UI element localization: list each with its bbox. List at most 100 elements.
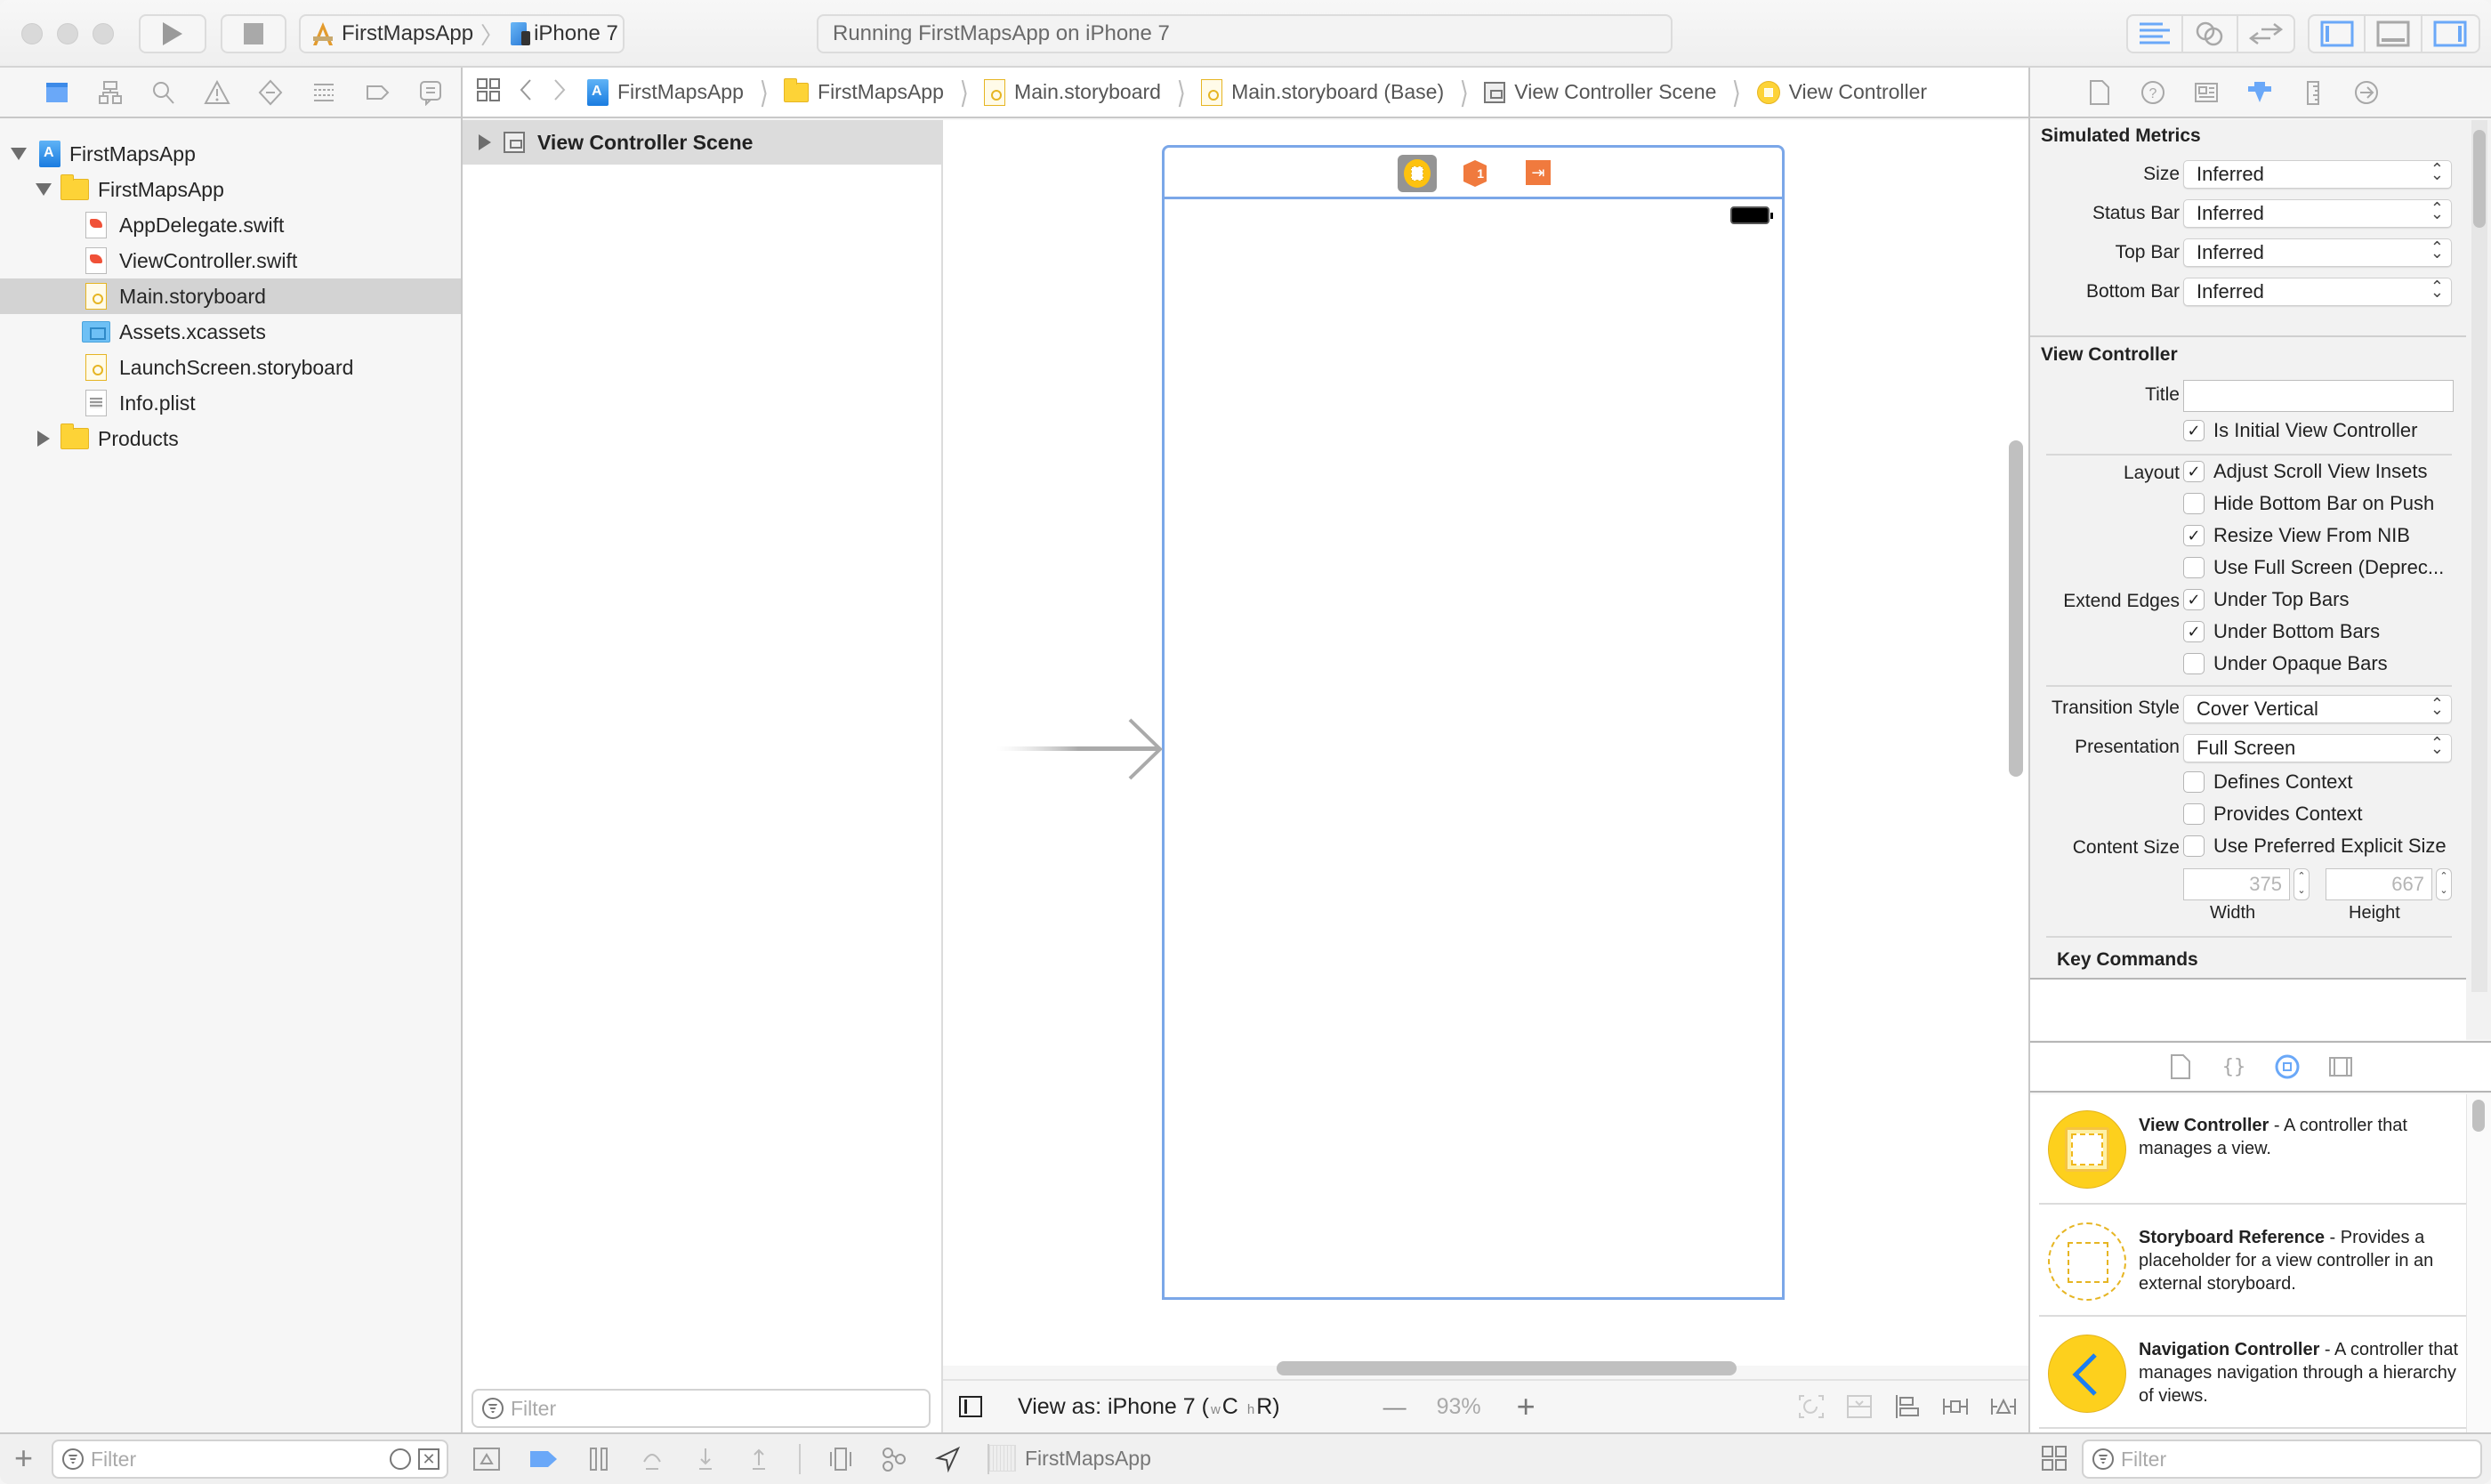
under-opaque-bars-checkbox[interactable]: Under Opaque Bars	[2183, 652, 2388, 675]
library-grid-view-button[interactable]	[2041, 1445, 2068, 1476]
tab-symbol-navigator[interactable]	[84, 75, 137, 110]
tab-find-navigator[interactable]	[137, 75, 190, 110]
memory-graph-icon[interactable]	[881, 1446, 907, 1472]
library-item-navigation-controller[interactable]: Navigation Controller - A controller tha…	[2039, 1319, 2466, 1429]
resize-view-from-nib-checkbox[interactable]: ✓ Resize View From NIB	[2183, 524, 2410, 547]
view-as-device-button[interactable]: View as: iPhone 7 ( w C h R)	[1018, 1394, 1280, 1420]
step-over-icon[interactable]	[639, 1446, 665, 1472]
toggle-utilities-button[interactable]	[2422, 16, 2479, 52]
library-item-view-controller[interactable]: View Controller - A controller that mana…	[2039, 1094, 2466, 1205]
forward-button[interactable]	[552, 77, 568, 109]
recent-files-clock-icon[interactable]	[390, 1448, 411, 1470]
tab-breakpoint-navigator[interactable]	[351, 75, 404, 110]
hide-debug-area-icon[interactable]	[472, 1446, 502, 1472]
height-stepper[interactable]: ⌃ ⌄	[2436, 868, 2452, 900]
scheme-name[interactable]: FirstMapsApp	[342, 21, 473, 46]
breadcrumb-storyboard-base[interactable]: Main.storyboard (Base)	[1201, 78, 1444, 106]
under-top-bars-checkbox[interactable]: ✓ Under Top Bars	[2183, 588, 2349, 611]
tab-file-inspector[interactable]	[2073, 75, 2126, 110]
checkbox-checked[interactable]: ✓	[2183, 525, 2205, 546]
canvas-horizontal-scrollbar[interactable]	[1277, 1361, 1737, 1375]
tab-object-library[interactable]	[2261, 1049, 2314, 1085]
run-button[interactable]	[139, 14, 206, 53]
debug-view-hierarchy-icon[interactable]	[827, 1446, 854, 1472]
checkbox-checked[interactable]: ✓	[2183, 461, 2205, 482]
tab-quick-help[interactable]: ?	[2126, 75, 2180, 110]
add-file-button[interactable]: +	[14, 1440, 33, 1477]
breadcrumb-scene[interactable]: View Controller Scene	[1484, 80, 1716, 104]
tab-connections-inspector[interactable]	[2340, 75, 2393, 110]
nav-item-file[interactable]: ViewController.swift	[0, 243, 461, 278]
align-icon[interactable]	[1893, 1393, 1922, 1420]
hide-bottom-bar-checkbox[interactable]: Hide Bottom Bar on Push	[2183, 492, 2434, 515]
tab-identity-inspector[interactable]	[2180, 75, 2233, 110]
section-title-key-commands[interactable]: Key Commands	[2057, 949, 2198, 971]
tab-issue-navigator[interactable]	[190, 75, 244, 110]
breakpoints-active-icon[interactable]	[528, 1446, 559, 1472]
defines-context-checkbox[interactable]: Defines Context	[2183, 770, 2353, 794]
tab-media-library[interactable]	[2314, 1049, 2367, 1085]
scheme-selector[interactable]: FirstMapsApp 〉 iPhone 7	[299, 14, 625, 53]
disclosure-closed-icon[interactable]	[479, 134, 491, 150]
provides-context-checkbox[interactable]: Provides Context	[2183, 802, 2363, 826]
toggle-debug-area-button[interactable]	[2366, 16, 2422, 52]
exit-icon[interactable]: ⇥	[1526, 160, 1551, 185]
initial-view-controller-arrow[interactable]	[996, 718, 1165, 780]
checkbox-unchecked[interactable]	[2183, 653, 2205, 674]
height-field[interactable]: 667	[2326, 868, 2432, 900]
disclosure-open-icon[interactable]	[36, 183, 52, 196]
inspector-scrollbar-track[interactable]	[2471, 120, 2487, 992]
outline-filter-field[interactable]: Filter	[472, 1389, 931, 1428]
preferred-explicit-size-checkbox[interactable]: Use Preferred Explicit Size	[2183, 835, 2447, 858]
checkbox-unchecked[interactable]	[2183, 771, 2205, 793]
embed-in-stack-icon[interactable]	[1845, 1393, 1874, 1420]
minimize-window-button[interactable]	[57, 23, 78, 44]
zoom-window-button[interactable]	[93, 23, 114, 44]
close-window-button[interactable]	[21, 23, 43, 44]
related-items-button[interactable]	[475, 77, 502, 109]
checkbox-unchecked[interactable]	[2183, 835, 2205, 857]
version-editor-button[interactable]	[2238, 16, 2293, 52]
toggle-navigator-button[interactable]	[2310, 16, 2366, 52]
tab-report-navigator[interactable]	[404, 75, 457, 110]
back-button[interactable]	[518, 77, 534, 109]
library-item-storyboard-reference[interactable]: Storyboard Reference - Provides a placeh…	[2039, 1206, 2466, 1317]
breadcrumb-storyboard[interactable]: Main.storyboard	[984, 78, 1161, 106]
transition-style-popup[interactable]: Cover Vertical	[2183, 695, 2452, 723]
device-name[interactable]: iPhone 7	[534, 21, 618, 46]
bottom-bar-popup[interactable]: Inferred	[2183, 278, 2452, 306]
breadcrumb-project[interactable]: FirstMapsApp	[587, 78, 744, 106]
nav-item-group[interactable]: Products	[0, 421, 461, 456]
presentation-popup[interactable]: Full Screen	[2183, 734, 2452, 762]
checkbox-unchecked[interactable]	[2183, 557, 2205, 578]
nav-item-project[interactable]: FirstMapsApp	[0, 136, 461, 172]
toggle-outline-button[interactable]	[959, 1396, 982, 1417]
library-filter-field[interactable]: Filter	[2082, 1440, 2482, 1479]
library-scrollbar-thumb[interactable]	[2472, 1100, 2485, 1132]
tab-debug-navigator[interactable]	[297, 75, 351, 110]
update-frames-icon[interactable]	[1797, 1393, 1826, 1420]
adjust-scroll-insets-checkbox[interactable]: ✓ Adjust Scroll View Insets	[2183, 460, 2427, 483]
is-initial-vc-checkbox[interactable]: ✓ Is Initial View Controller	[2183, 419, 2417, 442]
first-responder-icon[interactable]: 1	[1463, 160, 1487, 187]
checkbox-checked[interactable]: ✓	[2183, 589, 2205, 610]
title-field[interactable]	[2183, 380, 2454, 412]
checkbox-checked[interactable]: ✓	[2183, 420, 2205, 441]
navigator-filter-field[interactable]: Filter ✕	[52, 1440, 448, 1479]
inspector-scrollbar-thumb[interactable]	[2473, 130, 2486, 228]
tab-code-snippets[interactable]: {}	[2207, 1049, 2261, 1085]
nav-item-file[interactable]: Assets.xcassets	[0, 314, 461, 350]
nav-item-group[interactable]: FirstMapsApp	[0, 172, 461, 207]
canvas-vertical-scrollbar[interactable]	[2009, 440, 2023, 777]
top-bar-popup[interactable]: Inferred	[2183, 238, 2452, 267]
key-commands-table[interactable]	[2030, 978, 2466, 1040]
breadcrumb-view-controller[interactable]: View Controller	[1756, 80, 1927, 104]
assistant-editor-button[interactable]	[2183, 16, 2238, 52]
tab-size-inspector[interactable]	[2286, 75, 2340, 110]
step-into-icon[interactable]	[692, 1446, 719, 1472]
stop-button[interactable]	[221, 14, 286, 53]
nav-item-file-selected[interactable]: Main.storyboard	[0, 278, 461, 314]
nav-item-file[interactable]: Info.plist	[0, 385, 461, 421]
tab-attributes-inspector[interactable]	[2233, 75, 2286, 110]
pause-icon[interactable]	[585, 1446, 612, 1472]
